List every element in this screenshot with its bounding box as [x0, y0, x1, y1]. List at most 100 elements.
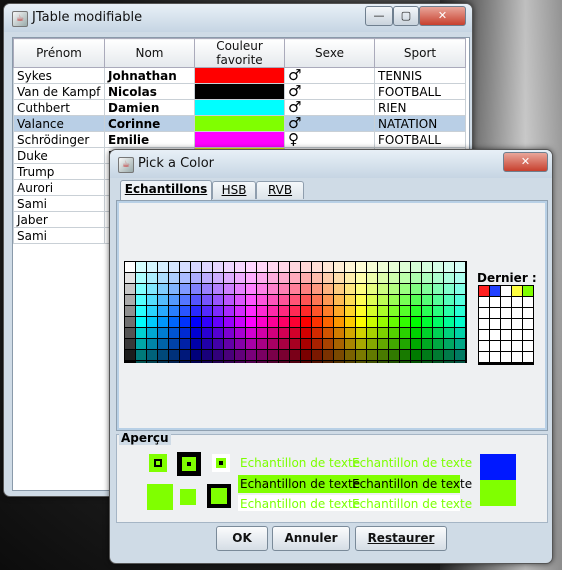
color-swatch[interactable] — [301, 361, 311, 363]
color-swatch[interactable] — [455, 295, 465, 305]
color-swatch[interactable] — [411, 339, 421, 349]
color-swatch[interactable] — [411, 273, 421, 283]
color-swatch[interactable] — [202, 273, 212, 283]
column-header[interactable]: Couleur favorite — [194, 38, 285, 68]
color-swatch[interactable] — [147, 295, 157, 305]
cell-sport[interactable]: FOOTBALL — [374, 131, 466, 148]
color-swatch[interactable] — [323, 284, 333, 294]
cell-prenom[interactable]: Aurori — [13, 179, 105, 196]
color-swatch[interactable] — [180, 328, 190, 338]
color-swatch[interactable] — [279, 273, 289, 283]
color-swatch[interactable] — [169, 328, 179, 338]
color-swatch[interactable] — [444, 350, 454, 360]
color-swatch[interactable] — [411, 295, 421, 305]
cell-color[interactable] — [194, 67, 285, 84]
color-swatch[interactable] — [224, 306, 234, 316]
color-swatch[interactable] — [235, 295, 245, 305]
color-swatch[interactable] — [356, 262, 366, 272]
color-swatch[interactable] — [356, 328, 366, 338]
color-swatch[interactable] — [246, 350, 256, 360]
color-swatch[interactable] — [301, 339, 311, 349]
color-swatch[interactable] — [257, 262, 267, 272]
column-header[interactable]: Sexe — [284, 38, 375, 68]
cell-prenom[interactable]: Trump — [13, 163, 105, 180]
color-swatch[interactable] — [334, 317, 344, 327]
color-swatch[interactable] — [136, 328, 146, 338]
recent-color-swatch[interactable] — [501, 319, 511, 329]
color-swatch[interactable] — [257, 273, 267, 283]
color-swatch[interactable] — [433, 350, 443, 360]
color-swatch[interactable] — [180, 273, 190, 283]
color-swatch[interactable] — [345, 328, 355, 338]
recent-color-swatch[interactable] — [523, 352, 533, 362]
color-swatch[interactable] — [180, 350, 190, 360]
color-swatch[interactable] — [400, 284, 410, 294]
color-swatch[interactable] — [224, 284, 234, 294]
color-swatch[interactable] — [301, 306, 311, 316]
color-swatch[interactable] — [455, 284, 465, 294]
color-swatch[interactable] — [367, 295, 377, 305]
color-swatch[interactable] — [411, 262, 421, 272]
tab-hsb[interactable]: HSB — [212, 181, 256, 199]
color-swatch[interactable] — [235, 339, 245, 349]
recent-color-swatch[interactable] — [479, 297, 489, 307]
color-swatch[interactable] — [158, 284, 168, 294]
color-swatch[interactable] — [367, 339, 377, 349]
cell-color[interactable] — [194, 115, 285, 132]
cell-prenom[interactable]: Cuthbert — [13, 99, 105, 116]
recent-color-swatch[interactable] — [523, 319, 533, 329]
color-swatch[interactable] — [147, 273, 157, 283]
color-swatch[interactable] — [235, 317, 245, 327]
cell-prenom[interactable]: Sami — [13, 195, 105, 212]
color-swatch[interactable] — [290, 350, 300, 360]
color-swatch[interactable] — [433, 317, 443, 327]
color-swatch[interactable] — [136, 361, 146, 363]
color-swatch[interactable] — [345, 262, 355, 272]
recent-color-swatch[interactable] — [501, 286, 511, 296]
color-swatch[interactable] — [125, 328, 135, 338]
recent-color-swatch[interactable] — [512, 319, 522, 329]
recent-color-swatch[interactable] — [490, 308, 500, 318]
color-swatch[interactable] — [235, 284, 245, 294]
color-swatch[interactable] — [433, 361, 443, 363]
color-swatch[interactable] — [125, 361, 135, 363]
color-swatch[interactable] — [125, 273, 135, 283]
recent-color-swatch[interactable] — [523, 308, 533, 318]
cancel-button[interactable]: Annuler — [272, 526, 350, 551]
color-swatch[interactable] — [279, 350, 289, 360]
color-swatch[interactable] — [367, 284, 377, 294]
cell-sexe[interactable]: ♂ — [284, 99, 375, 116]
color-swatch[interactable] — [411, 350, 421, 360]
color-swatch[interactable] — [136, 306, 146, 316]
color-swatch[interactable] — [136, 295, 146, 305]
recent-color-swatch[interactable] — [523, 330, 533, 340]
color-swatch[interactable] — [411, 328, 421, 338]
color-swatch[interactable] — [191, 295, 201, 305]
color-swatch[interactable] — [378, 361, 388, 363]
cell-nom[interactable]: Nicolas — [104, 83, 195, 100]
maximize-button[interactable]: ▢ — [393, 6, 419, 26]
color-swatch[interactable] — [224, 262, 234, 272]
color-swatch[interactable] — [345, 317, 355, 327]
color-swatch[interactable] — [455, 328, 465, 338]
color-swatch[interactable] — [279, 262, 289, 272]
color-swatch[interactable] — [400, 350, 410, 360]
color-swatch[interactable] — [136, 262, 146, 272]
color-swatch[interactable] — [191, 284, 201, 294]
color-swatch[interactable] — [378, 306, 388, 316]
recent-color-swatch[interactable] — [501, 308, 511, 318]
color-swatch[interactable] — [422, 284, 432, 294]
color-swatch[interactable] — [323, 317, 333, 327]
color-swatch[interactable] — [334, 284, 344, 294]
color-swatch[interactable] — [246, 284, 256, 294]
color-swatch[interactable] — [246, 317, 256, 327]
color-swatch[interactable] — [136, 317, 146, 327]
color-swatch[interactable] — [257, 317, 267, 327]
color-swatch[interactable] — [268, 339, 278, 349]
color-swatch[interactable] — [180, 284, 190, 294]
color-swatch[interactable] — [433, 284, 443, 294]
color-swatch[interactable] — [367, 317, 377, 327]
color-swatch[interactable] — [301, 317, 311, 327]
color-swatch[interactable] — [125, 350, 135, 360]
color-swatch[interactable] — [235, 306, 245, 316]
